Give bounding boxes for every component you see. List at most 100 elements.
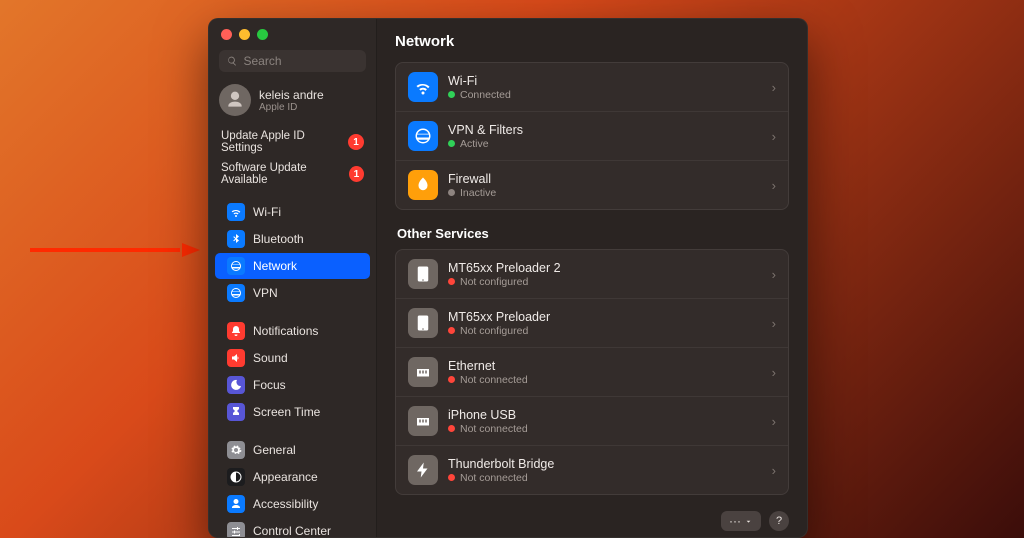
service-status: Inactive (448, 187, 762, 199)
alert-row[interactable]: Update Apple ID Settings1 (209, 126, 376, 158)
search-input[interactable] (243, 54, 358, 68)
service-title: MT65xx Preloader 2 (448, 261, 762, 275)
status-dot (448, 278, 455, 285)
sidebar-item-label: General (253, 443, 296, 457)
service-status: Not connected (448, 472, 762, 484)
globe-icon (227, 284, 245, 302)
service-row[interactable]: EthernetNot connected› (396, 348, 788, 397)
service-status: Not connected (448, 374, 762, 386)
sidebar: keleis andre Apple ID Update Apple ID Se… (209, 19, 377, 537)
sidebar-item-focus[interactable]: Focus (215, 372, 370, 398)
service-row[interactable]: iPhone USBNot connected › (396, 397, 788, 446)
status-dot (448, 327, 455, 334)
ethernet-icon (408, 406, 438, 436)
account-row[interactable]: keleis andre Apple ID (209, 80, 376, 126)
service-status: Not configured (448, 325, 762, 337)
status-dot (448, 140, 455, 147)
sidebar-item-wi-fi[interactable]: Wi-Fi (215, 199, 370, 225)
phone-icon (408, 308, 438, 338)
other-services-group: MT65xx Preloader 2Not configured›MT65xx … (395, 249, 789, 495)
bolt-icon (408, 455, 438, 485)
sidebar-item-vpn[interactable]: VPN (215, 280, 370, 306)
chevron-right-icon: › (772, 316, 776, 331)
alert-badge: 1 (349, 166, 364, 182)
chevron-right-icon: › (772, 463, 776, 478)
ethernet-icon (408, 357, 438, 387)
alert-badge: 1 (348, 134, 364, 150)
sidebar-item-label: Sound (253, 351, 288, 365)
sidebar-item-label: Bluetooth (253, 232, 304, 246)
chevron-right-icon: › (772, 414, 776, 429)
sidebar-item-network[interactable]: Network (215, 253, 370, 279)
sidebar-item-control-center[interactable]: Control Center (215, 518, 370, 537)
globe-icon (227, 257, 245, 275)
service-status: Not connected (448, 423, 762, 435)
alert-row[interactable]: Software Update Available1 (209, 158, 376, 190)
alert-label: Update Apple ID Settings (221, 130, 348, 154)
bluetooth-icon (227, 230, 245, 248)
service-row[interactable]: MT65xx Preloader 2Not configured › (396, 250, 788, 299)
account-name: keleis andre (259, 88, 324, 102)
page-title: Network (395, 33, 789, 50)
moon-icon (227, 376, 245, 394)
search-icon (227, 55, 237, 67)
account-sub: Apple ID (259, 102, 324, 113)
bell-icon (227, 322, 245, 340)
system-settings-window: keleis andre Apple ID Update Apple ID Se… (208, 18, 808, 538)
service-title: VPN & Filters (448, 123, 762, 137)
service-title: Wi-Fi (448, 74, 762, 88)
chevron-right-icon: › (772, 267, 776, 282)
more-menu-button[interactable]: ··· (721, 511, 761, 531)
alert-label: Software Update Available (221, 162, 349, 186)
service-title: iPhone USB (448, 408, 762, 422)
sliders-icon (227, 522, 245, 537)
window-controls (209, 19, 376, 46)
sidebar-item-accessibility[interactable]: Accessibility (215, 491, 370, 517)
service-title: Thunderbolt Bridge (448, 457, 762, 471)
phone-icon (408, 259, 438, 289)
sidebar-item-appearance[interactable]: Appearance (215, 464, 370, 490)
chevron-down-icon (744, 517, 753, 526)
bottom-bar: ··· ? (395, 511, 789, 531)
sidebar-item-general[interactable]: General (215, 437, 370, 463)
sidebar-item-screen-time[interactable]: Screen Time (215, 399, 370, 425)
other-services-title: Other Services (397, 226, 787, 241)
sidebar-item-label: Appearance (253, 470, 318, 484)
search-field[interactable] (219, 50, 366, 72)
service-row[interactable]: Wi-FiConnected› (396, 63, 788, 112)
service-title: MT65xx Preloader (448, 310, 762, 324)
wifi-icon (408, 72, 438, 102)
service-title: Ethernet (448, 359, 762, 373)
close-button[interactable] (221, 29, 232, 40)
service-status: Connected (448, 89, 762, 101)
firewall-icon (408, 170, 438, 200)
avatar (219, 84, 251, 116)
sidebar-item-label: VPN (253, 286, 278, 300)
sidebar-item-sound[interactable]: Sound (215, 345, 370, 371)
speaker-icon (227, 349, 245, 367)
sidebar-nav: Wi-Fi Bluetooth Network VPN Notifications Sou… (209, 198, 376, 537)
sidebar-item-notifications[interactable]: Notifications (215, 318, 370, 344)
wifi-icon (227, 203, 245, 221)
help-button[interactable]: ? (769, 511, 789, 531)
sidebar-item-label: Accessibility (253, 497, 318, 511)
sidebar-item-label: Notifications (253, 324, 318, 338)
gear-icon (227, 441, 245, 459)
zoom-button[interactable] (257, 29, 268, 40)
sidebar-item-label: Screen Time (253, 405, 320, 419)
service-row[interactable]: VPN & FiltersActive› (396, 112, 788, 161)
sidebar-item-label: Focus (253, 378, 286, 392)
status-dot (448, 376, 455, 383)
contrast-icon (227, 468, 245, 486)
sidebar-item-bluetooth[interactable]: Bluetooth (215, 226, 370, 252)
minimize-button[interactable] (239, 29, 250, 40)
service-status: Not configured (448, 276, 762, 288)
service-status: Active (448, 138, 762, 150)
status-dot (448, 91, 455, 98)
service-row[interactable]: Thunderbolt BridgeNot connected › (396, 446, 788, 494)
pointer-arrow (30, 243, 200, 257)
hourglass-icon (227, 403, 245, 421)
sidebar-item-label: Network (253, 259, 297, 273)
service-row[interactable]: FirewallInactive› (396, 161, 788, 209)
service-row[interactable]: MT65xx PreloaderNot configured › (396, 299, 788, 348)
